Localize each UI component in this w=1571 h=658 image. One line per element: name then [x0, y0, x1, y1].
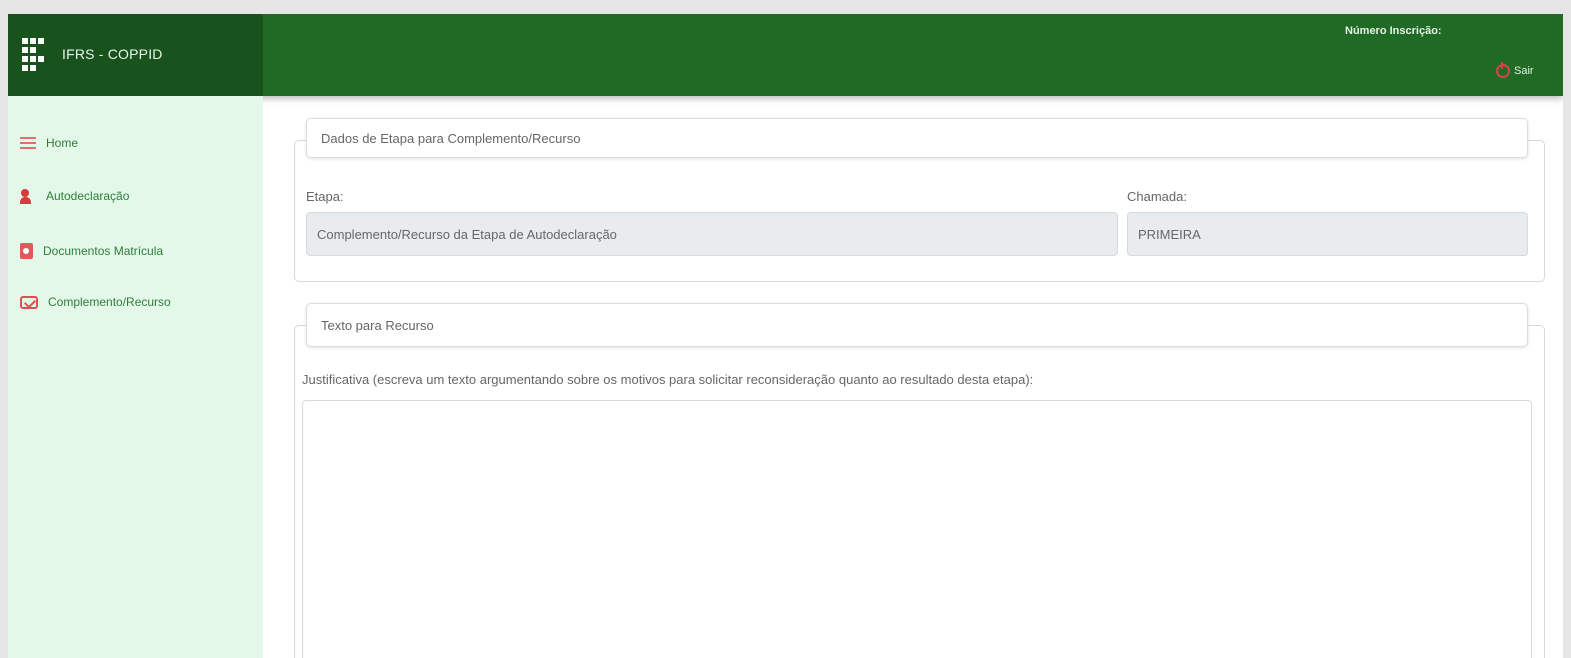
- chamada-label: Chamada:: [1127, 189, 1187, 204]
- sidebar-item-label: Home: [46, 136, 79, 150]
- user-icon: [20, 189, 36, 204]
- list-icon: [20, 137, 36, 149]
- sidebar-item-autodeclaracao[interactable]: Autodeclaração: [20, 189, 130, 204]
- sidebar-item-documentos[interactable]: Documentos Matrícula: [20, 243, 163, 259]
- envelope-icon: [20, 295, 38, 309]
- chamada-value: PRIMEIRA: [1138, 226, 1201, 242]
- power-icon: [1496, 62, 1510, 78]
- brand-name: IFRS - COPPID: [62, 46, 163, 62]
- justificativa-textarea[interactable]: [302, 400, 1532, 658]
- recurso-legend: Texto para Recurso: [306, 303, 1528, 347]
- sidebar-item-label: Autodeclaração: [46, 189, 130, 203]
- ifrs-logo-icon: [22, 38, 44, 72]
- etapa-label: Etapa:: [306, 189, 344, 204]
- sidebar-item-label: Documentos Matrícula: [43, 244, 164, 258]
- app-frame: IFRS - COPPID Número Inscrição: Sair Hom…: [8, 14, 1563, 658]
- etapa-legend: Dados de Etapa para Complemento/Recurso: [306, 118, 1528, 158]
- justificativa-label: Justificativa (escreva um texto argument…: [302, 372, 1034, 387]
- logout-button[interactable]: Sair: [1496, 62, 1534, 78]
- etapa-input[interactable]: Complemento/Recurso da Etapa de Autodecl…: [306, 212, 1118, 256]
- inscricao-label: Número Inscrição:: [1345, 25, 1442, 37]
- etapa-legend-text: Dados de Etapa para Complemento/Recurso: [321, 130, 581, 146]
- sidebar-item-home[interactable]: Home: [20, 136, 78, 150]
- logout-label: Sair: [1514, 65, 1534, 77]
- brand-area[interactable]: IFRS - COPPID: [8, 14, 263, 96]
- sidebar: Home Autodeclaração Documentos Matrícula…: [8, 96, 263, 658]
- file-icon: [20, 243, 33, 259]
- top-header: IFRS - COPPID Número Inscrição: Sair: [8, 14, 1563, 96]
- etapa-fieldset: [294, 140, 1545, 282]
- etapa-value: Complemento/Recurso da Etapa de Autodecl…: [317, 226, 617, 242]
- sidebar-item-complemento[interactable]: Complemento/Recurso: [20, 295, 171, 309]
- recurso-legend-text: Texto para Recurso: [321, 317, 434, 333]
- sidebar-item-label: Complemento/Recurso: [48, 295, 171, 309]
- chamada-input[interactable]: PRIMEIRA: [1127, 212, 1528, 256]
